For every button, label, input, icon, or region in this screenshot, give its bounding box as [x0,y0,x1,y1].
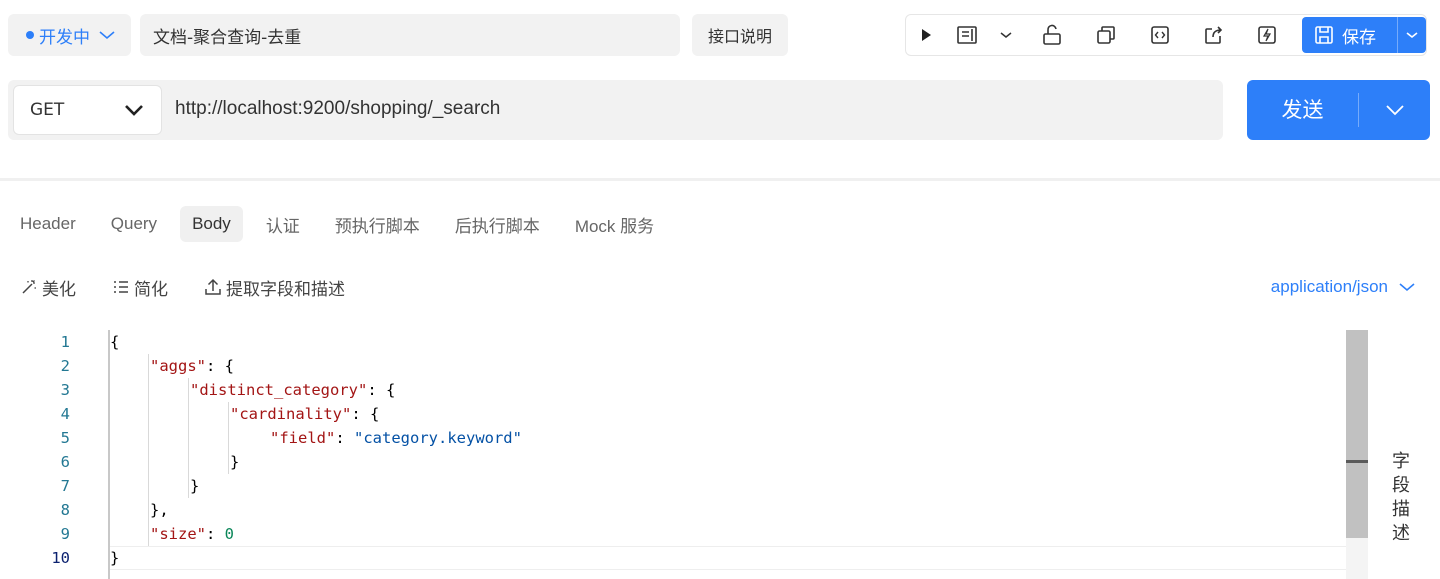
send-label[interactable]: 发送 [1247,93,1359,127]
line-number: 8 [60,501,70,519]
status-label: 开发中 [39,27,90,48]
extract-fields-label: 提取字段和描述 [226,279,345,300]
request-tabs: Header Query Body 认证 预执行脚本 后执行脚本 Mock 服务 [8,206,677,242]
editor-toolbar: 美化 简化 提取字段和描述 [20,274,381,300]
share-icon[interactable] [1203,24,1225,46]
line-number: 3 [60,381,70,399]
line-number: 6 [60,453,70,471]
json-key: "aggs" [150,357,206,375]
code-line: "aggs": { [150,357,234,375]
side-label-char: 字 [1392,451,1410,472]
send-dropdown[interactable] [1359,103,1430,117]
beautify-button[interactable]: 美化 [20,275,76,300]
code-snippet-icon[interactable] [1149,24,1171,46]
save-dropdown[interactable] [1398,17,1426,53]
indent-guide [148,354,149,546]
chevron-down-icon [1385,105,1404,116]
run-icon[interactable] [915,24,937,46]
code-line: "field": "category.keyword" [270,429,522,447]
method-label: GET [30,100,65,120]
method-select[interactable]: GET [13,85,162,135]
line-number: 2 [60,357,70,375]
line-number: 9 [60,525,70,543]
chevron-down-icon [98,29,116,41]
simplify-label: 简化 [134,279,168,300]
content-type-select[interactable]: application/json [1271,274,1416,300]
json-number-value: 0 [224,525,235,543]
line-number: 10 [51,549,70,567]
code-line: "distinct_category": { [190,381,396,399]
tab-query[interactable]: Query [99,206,169,242]
json-key: "distinct_category" [190,381,368,399]
scrollbar-cursor-marker [1346,460,1368,463]
chevron-down-icon [1399,283,1415,292]
quick-test-icon[interactable] [1256,24,1278,46]
content-type-label: application/json [1270,277,1388,296]
line-number: 4 [60,405,70,423]
tab-pre-script[interactable]: 预执行脚本 [323,206,432,242]
tab-mock[interactable]: Mock 服务 [563,206,666,242]
url-input[interactable]: http://localhost:9200/shopping/_search [175,98,500,120]
tab-post-script[interactable]: 后执行脚本 [443,206,552,242]
code-area[interactable]: { "aggs": { "distinct_category": { "card… [108,330,1348,579]
status-dot-icon [26,31,34,39]
side-label-char: 描 [1392,499,1410,520]
field-description-panel-toggle[interactable]: 字 段 描 述 [1390,450,1412,546]
extract-fields-button[interactable]: 提取字段和描述 [204,275,345,300]
line-number: 5 [60,429,70,447]
form-view-icon[interactable] [956,24,978,46]
copy-icon[interactable] [1095,24,1117,46]
section-divider [0,178,1440,181]
send-button[interactable]: 发送 [1247,80,1430,140]
json-key: "field" [270,429,336,447]
code-line: "cardinality": { [230,405,380,423]
tab-auth[interactable]: 认证 [254,206,312,242]
chevron-down-icon[interactable] [995,24,1017,46]
chevron-down-icon [1406,32,1418,39]
action-toolbar: 保存 [905,14,1427,56]
save-icon [1315,26,1333,44]
api-doc-button[interactable]: 接口说明 [692,14,788,56]
indent-guide [188,378,189,498]
unlock-icon[interactable] [1041,24,1063,46]
code-editor[interactable]: 1 2 3 4 5 6 7 8 9 10 { "aggs": { "distin… [0,330,1368,579]
indent-guide [228,402,229,474]
side-label-char: 段 [1392,475,1410,496]
url-bar: GET http://localhost:9200/shopping/_sear… [8,80,1223,140]
scrollbar-thumb[interactable] [1346,330,1368,538]
tab-header[interactable]: Header [8,206,88,242]
save-main[interactable]: 保存 [1302,17,1398,53]
code-line: "size": 0 [150,525,235,543]
simplify-button[interactable]: 简化 [112,275,168,300]
code-line: } [190,477,200,495]
chevron-down-icon [125,105,143,116]
api-name-text: 文档-聚合查询-去重 [153,27,302,48]
code-line: } [230,453,240,471]
current-line-highlight [110,546,1348,570]
code-line: }, [150,501,169,519]
list-icon [114,281,128,293]
json-key: "size" [150,525,206,543]
line-number: 1 [60,333,70,351]
side-label-char: 述 [1392,523,1410,544]
editor-scrollbar[interactable] [1346,330,1368,579]
api-name-input[interactable]: 文档-聚合查询-去重 [140,14,680,56]
code-line: } [110,549,120,567]
status-dropdown[interactable]: 开发中 [8,14,131,56]
json-key: "cardinality" [230,405,352,423]
tab-body[interactable]: Body [180,206,243,242]
upload-icon [205,278,221,295]
code-line: { [110,333,120,351]
beautify-label: 美化 [42,279,76,300]
save-button[interactable]: 保存 [1302,17,1426,53]
save-label: 保存 [1342,27,1376,48]
magic-wand-icon [22,280,36,294]
json-string-value: "category.keyword" [354,429,522,447]
top-bar: 开发中 文档-聚合查询-去重 接口说明 保存 [0,0,1440,70]
line-number: 7 [60,477,70,495]
